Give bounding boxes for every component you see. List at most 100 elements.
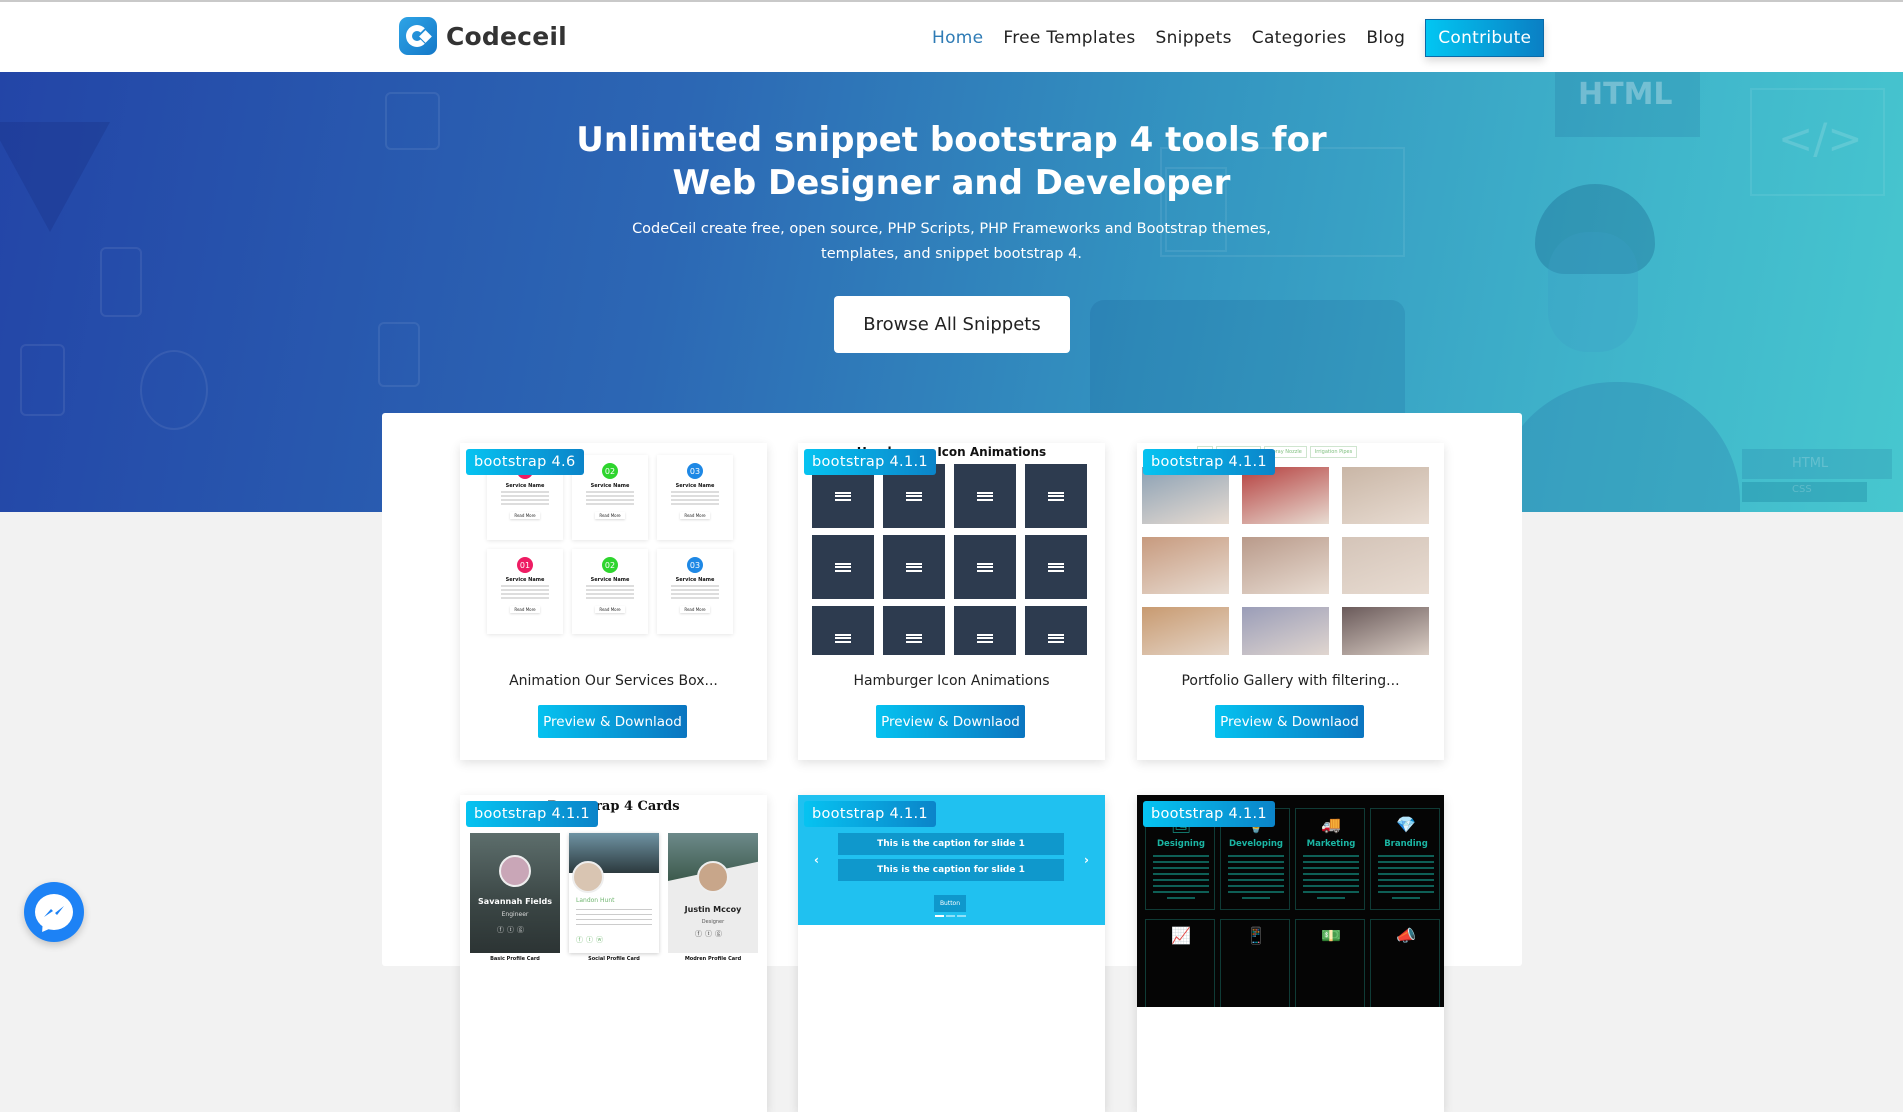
- messenger-chat-button[interactable]: [24, 882, 84, 942]
- indicator: [946, 915, 955, 917]
- text-line: [671, 593, 719, 595]
- gallery-photo: [1142, 537, 1229, 594]
- text-line: [586, 495, 634, 497]
- text-line: [671, 503, 719, 505]
- dark-service-label: Designing: [1157, 839, 1205, 849]
- gallery-photo: [1142, 467, 1229, 524]
- brand-logo[interactable]: Codeceil: [399, 17, 567, 55]
- hamburger-menu-icon: [1048, 562, 1064, 572]
- slide-caption: This is the caption for slide 1: [838, 833, 1064, 855]
- dark-service-box: 💵: [1295, 919, 1365, 1007]
- preview-download-button[interactable]: Preview & Downlaod: [538, 705, 687, 738]
- snippet-card: Bootstrap 4 Cards Savannah Fields Engine…: [460, 795, 767, 1112]
- nav-categories[interactable]: Categories: [1252, 28, 1347, 48]
- snippet-title[interactable]: Portfolio Gallery with filtering...: [1137, 673, 1444, 689]
- profile-card-preview: Savannah Fields Engineer ⓕⓣⓖ Basic Profi…: [470, 833, 560, 962]
- service-name: Service Name: [675, 577, 715, 583]
- dark-service-label: Branding: [1384, 839, 1428, 849]
- hamburger-tile: [1025, 464, 1087, 528]
- hero-deco-person-body: [1495, 382, 1740, 512]
- text-line: [501, 495, 549, 497]
- hamburger-menu-icon: [835, 633, 851, 643]
- social-icons: ⓕⓣⓦ: [576, 936, 606, 944]
- nav-blog[interactable]: Blog: [1366, 28, 1405, 48]
- nav-home[interactable]: Home: [932, 28, 983, 48]
- read-more-button: Read More: [680, 606, 709, 613]
- profile-name: Justin Mccoy: [684, 905, 742, 914]
- read-more-button: Read More: [510, 606, 539, 613]
- text-line: [501, 597, 549, 599]
- hamburger-menu-icon: [906, 562, 922, 572]
- snippet-title[interactable]: Hamburger Icon Animations: [798, 673, 1105, 689]
- dark-service-box: 📱: [1220, 919, 1290, 1007]
- hamburger-tile: [1025, 535, 1087, 599]
- dark-service-text: [1378, 855, 1434, 903]
- hamburger-tile: [812, 606, 874, 655]
- service-number-badge: 03: [687, 463, 703, 479]
- dark-service-box: 📣: [1370, 919, 1440, 1007]
- hamburger-tile: [954, 606, 1016, 655]
- hero-title-line2: Web Designer and Developer: [672, 163, 1231, 203]
- text-line: [671, 491, 719, 493]
- contribute-button[interactable]: Contribute: [1425, 19, 1545, 57]
- service-name: Service Name: [505, 577, 545, 583]
- hamburger-tile: [883, 606, 945, 655]
- text-line: [671, 585, 719, 587]
- profile-name: Landon Hunt: [576, 897, 615, 904]
- version-badge: bootstrap 4.1.1: [1143, 801, 1275, 827]
- service-box: 02 Service Name Read More: [572, 549, 648, 634]
- hamburger-menu-icon: [906, 491, 922, 501]
- profile-role: Designer: [701, 919, 725, 925]
- text-line: [501, 491, 549, 493]
- service-icon: 📈: [1171, 926, 1191, 945]
- preview-download-button[interactable]: Preview & Downlaod: [1215, 705, 1364, 738]
- browse-all-snippets-button[interactable]: Browse All Snippets: [834, 296, 1070, 353]
- snippet-card: Hamburger Icon Animations bootstrap 4.1.…: [798, 443, 1105, 760]
- branding-icon: 💎: [1396, 815, 1416, 834]
- nav-free-templates[interactable]: Free Templates: [1003, 28, 1135, 48]
- service-number-badge: 03: [687, 557, 703, 573]
- version-badge: bootstrap 4.1.1: [804, 449, 936, 475]
- gallery-photo: [1342, 467, 1429, 524]
- text-line: [501, 503, 549, 505]
- service-number-badge: 01: [517, 557, 533, 573]
- profile-text: [576, 909, 652, 929]
- service-box: 01 Service Name Read More: [487, 549, 563, 634]
- dark-service-text: [1228, 855, 1284, 903]
- version-badge: bootstrap 4.1.1: [804, 801, 936, 827]
- hamburger-menu-icon: [835, 491, 851, 501]
- hamburger-tile: [812, 535, 874, 599]
- social-icons: ⓕⓣⓖ: [497, 926, 527, 934]
- text-line: [586, 491, 634, 493]
- service-name: Service Name: [590, 577, 630, 583]
- avatar: [572, 861, 604, 893]
- hero-deco-html-small: HTML: [1792, 456, 1829, 471]
- slide-button: Button: [934, 895, 966, 912]
- text-line: [586, 589, 634, 591]
- gallery-photo: [1242, 467, 1329, 524]
- dark-service-label: Developing: [1228, 839, 1283, 849]
- profile-caption: Modren Profile Card: [684, 956, 742, 962]
- service-box: 03 Service Name Read More: [657, 455, 733, 540]
- text-line: [671, 589, 719, 591]
- gallery-photo: [1342, 607, 1429, 655]
- text-line: [586, 593, 634, 595]
- nav-snippets[interactable]: Snippets: [1156, 28, 1232, 48]
- gallery-preview-grid: [1142, 467, 1429, 655]
- text-line: [671, 499, 719, 501]
- service-box: 03 Service Name Read More: [657, 549, 733, 634]
- services-preview-grid: 01 Service Name Read More 02 Service Name Rea…: [487, 455, 733, 634]
- hero-deco-file-icon: [378, 322, 420, 387]
- snippet-card: AllSprinkle PipesSpray NozzleIrrigation …: [1137, 443, 1444, 760]
- hamburger-menu-icon: [906, 633, 922, 643]
- preview-download-button[interactable]: Preview & Downlaod: [876, 705, 1025, 738]
- filter-tab: Irrigation Pipes: [1309, 446, 1358, 458]
- snippets-panel: 01 Service Name Read More 02 Service Name Rea…: [382, 413, 1522, 1112]
- service-name: Service Name: [590, 483, 630, 489]
- profile-card-preview: Justin Mccoy Designer ⓕⓣⓖ Modren Profile…: [668, 833, 758, 962]
- hamburger-tile: [1025, 606, 1087, 655]
- text-line: [586, 499, 634, 501]
- hamburger-menu-icon: [835, 562, 851, 572]
- snippet-title[interactable]: Animation Our Services Box...: [460, 673, 767, 689]
- service-name: Service Name: [675, 483, 715, 489]
